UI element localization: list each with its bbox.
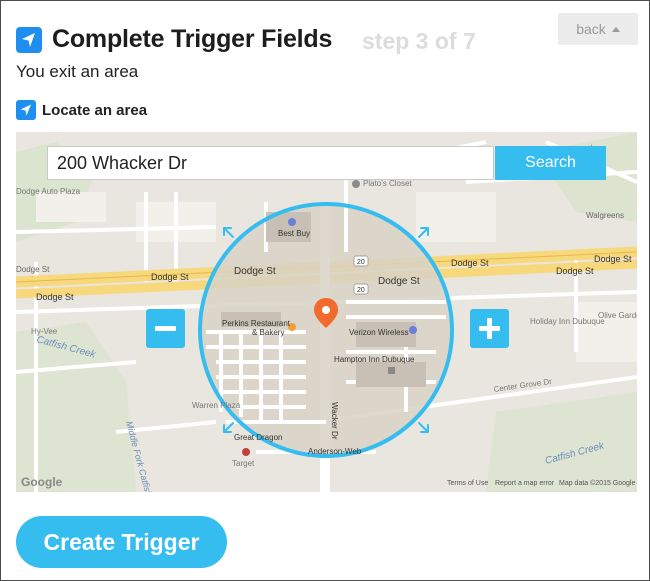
back-button[interactable]: back [558,13,638,45]
caret-up-icon [611,26,620,32]
location-search-input[interactable] [47,146,494,180]
trigger-subtitle: You exit an area [16,62,139,81]
report-map-error-link[interactable]: Report a map error [495,480,554,487]
location-arrow-icon [16,100,36,120]
map-area[interactable]: Dodge St Dodge St Dodge St Dodge St Dodg… [16,132,637,492]
search-button[interactable]: Search [495,146,606,180]
terms-link[interactable]: Terms of Use [447,480,488,487]
field-label: Locate an area [42,102,148,119]
back-button-label: back [576,21,606,37]
zoom-out-button[interactable] [146,309,185,348]
zoom-in-button[interactable] [470,309,509,348]
map-canvas[interactable] [16,132,637,492]
create-trigger-button[interactable]: Create Trigger [16,516,227,568]
page-title: Complete Trigger Fields [52,25,333,53]
map-copyright: Map data ©2015 Google [559,480,636,487]
trigger-fields-panel: Complete Trigger Fields step 3 of 7 back… [0,0,650,581]
google-logo: Google [21,475,63,489]
step-indicator: step 3 of 7 [362,28,476,54]
minus-icon [155,326,176,331]
location-arrow-icon [16,27,42,53]
